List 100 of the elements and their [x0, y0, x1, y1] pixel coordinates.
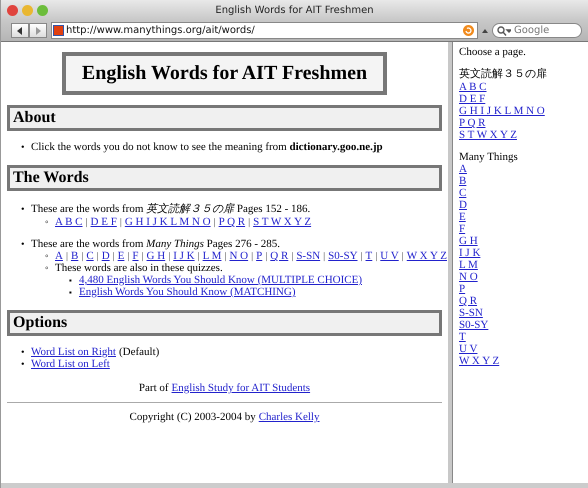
quiz-note: These words are also in these quizzes. [55, 262, 223, 274]
forward-icon [34, 26, 42, 34]
author-link[interactable]: Charles Kelly [258, 411, 320, 423]
sidebar-link[interactable]: F [459, 223, 466, 235]
about-text: Click the words you do not know to see the meaning from dictionary.goo.ne.jp [31, 141, 383, 153]
section-heading: About [7, 105, 442, 131]
letter-link[interactable]: G H [146, 250, 166, 262]
separator: | [66, 251, 68, 262]
snapback-icon[interactable] [482, 28, 488, 34]
window-title: English Words for AIT Freshmen [215, 4, 374, 16]
separator: | [112, 251, 115, 262]
separator: | [142, 251, 144, 262]
square-marker: ▪ [69, 276, 73, 285]
letter-link[interactable]: W X Y Z [406, 250, 447, 262]
quiz-link[interactable]: 4,480 English Words You Should Know (MULTIPLE CHOICE) [79, 274, 362, 286]
source-text: These are the words from 英文読解３５の扉 Pages 152 - 186. [31, 202, 310, 216]
sidebar-link[interactable]: S T W X Y Z [459, 129, 517, 141]
separator: | [127, 251, 130, 262]
sidebar-link[interactable]: W X Y Z [459, 355, 500, 367]
circle-marker: ◦ [45, 263, 50, 274]
option-link[interactable]: Word List on Right [31, 346, 116, 358]
separator: | [168, 251, 170, 262]
letter-link[interactable]: T [366, 250, 372, 262]
sidebar-link[interactable]: N O [459, 271, 478, 283]
square-marker: ▪ [69, 288, 73, 297]
sidebar-prompt: Choose a page. [459, 46, 527, 58]
sidebar-link[interactable]: S-SN [459, 307, 483, 319]
separator: | [248, 217, 250, 228]
separator: | [224, 251, 226, 262]
back-button[interactable] [11, 23, 29, 38]
letter-link[interactable]: P Q R [218, 216, 246, 228]
section-heading: Options [7, 310, 442, 336]
zoom-button[interactable] [37, 4, 48, 16]
letter-link[interactable]: S T W X Y Z [253, 216, 312, 228]
close-button[interactable] [7, 4, 18, 16]
sidebar-link[interactable]: P Q R [459, 117, 486, 129]
back-icon [16, 26, 24, 34]
circle-marker: ◦ [45, 251, 50, 262]
letter-link[interactable]: I J K [173, 250, 195, 262]
letter-link[interactable]: B [70, 250, 78, 262]
default-note: (Default) [118, 346, 160, 358]
letter-link[interactable]: D E F [90, 216, 117, 228]
letter-link[interactable]: G H I J K L M N O [124, 216, 211, 228]
sidebar-link[interactable]: E [459, 211, 466, 223]
option-link[interactable]: Word List on Left [31, 358, 110, 370]
site-icon [53, 25, 64, 36]
copyright-text: Copyright (C) 2003-2004 by [130, 411, 256, 423]
letter-link[interactable]: A B C [55, 216, 83, 228]
letter-link[interactable]: S0-SY [328, 250, 358, 262]
sidebar-link[interactable]: G H I J K L M N O [459, 105, 545, 117]
separator: | [86, 217, 88, 228]
circle-marker: ◦ [45, 217, 50, 228]
separator: | [214, 217, 216, 228]
address-field[interactable]: http://www.manythings.org/ait/words/ [51, 22, 478, 39]
separator: | [81, 251, 84, 262]
page-title: English Words for AIT Freshmen [62, 52, 388, 95]
sidebar-link[interactable]: S0-SY [459, 319, 488, 331]
search-field[interactable]: Google [492, 23, 582, 38]
bullet-marker: • [21, 359, 26, 370]
quiz-link[interactable]: English Words You Should Know (MATCHING) [79, 286, 296, 298]
sidebar-link[interactable]: A [459, 163, 467, 175]
separator: | [96, 251, 99, 262]
letter-link[interactable]: Q R [270, 250, 288, 262]
separator: | [265, 251, 268, 262]
separator: | [402, 251, 404, 262]
letter-link[interactable]: N O [229, 250, 248, 262]
source-text: These are the words from Many Things Pages 276 - 285. [31, 238, 280, 250]
bullet-marker: • [21, 204, 26, 215]
letter-link[interactable]: U V [380, 250, 399, 262]
letter-link[interactable]: P [256, 250, 262, 262]
separator: | [198, 251, 200, 262]
site-link[interactable]: English Study for AIT Students [172, 382, 310, 394]
sidebar-link[interactable]: L M [459, 259, 478, 271]
letter-link[interactable]: S-SN [296, 250, 320, 262]
separator: | [251, 251, 254, 262]
letter-link[interactable]: F [132, 250, 139, 262]
sidebar-link[interactable]: A B C [459, 81, 487, 93]
group-title: 英文読解３５の扉 [459, 66, 548, 81]
sidebar-link[interactable]: B [459, 175, 466, 187]
sidebar-link[interactable]: P [459, 283, 466, 295]
letter-link[interactable]: E [118, 250, 124, 262]
separator: | [323, 251, 326, 262]
sidebar-link[interactable]: I J K [459, 247, 480, 259]
sidebar-link[interactable]: U V [459, 343, 478, 355]
section-heading: The Words [7, 165, 442, 191]
sidebar-link[interactable]: Q R [459, 295, 478, 307]
sidebar-link[interactable]: D E F [459, 93, 486, 105]
letter-link[interactable]: C [86, 250, 94, 262]
separator: | [120, 217, 122, 228]
sidebar-link[interactable]: C [459, 187, 466, 199]
sidebar-link[interactable]: D [459, 199, 467, 211]
bullet-marker: • [21, 239, 26, 250]
sidebar-link[interactable]: G H [459, 235, 478, 247]
letter-link[interactable]: L M [202, 250, 222, 262]
letter-link[interactable]: D [102, 250, 110, 262]
separator: | [360, 251, 363, 262]
separator: | [291, 251, 294, 262]
letter-link[interactable]: A [55, 250, 63, 262]
sidebar-link[interactable]: T [459, 331, 466, 343]
reload-icon[interactable] [463, 25, 474, 36]
